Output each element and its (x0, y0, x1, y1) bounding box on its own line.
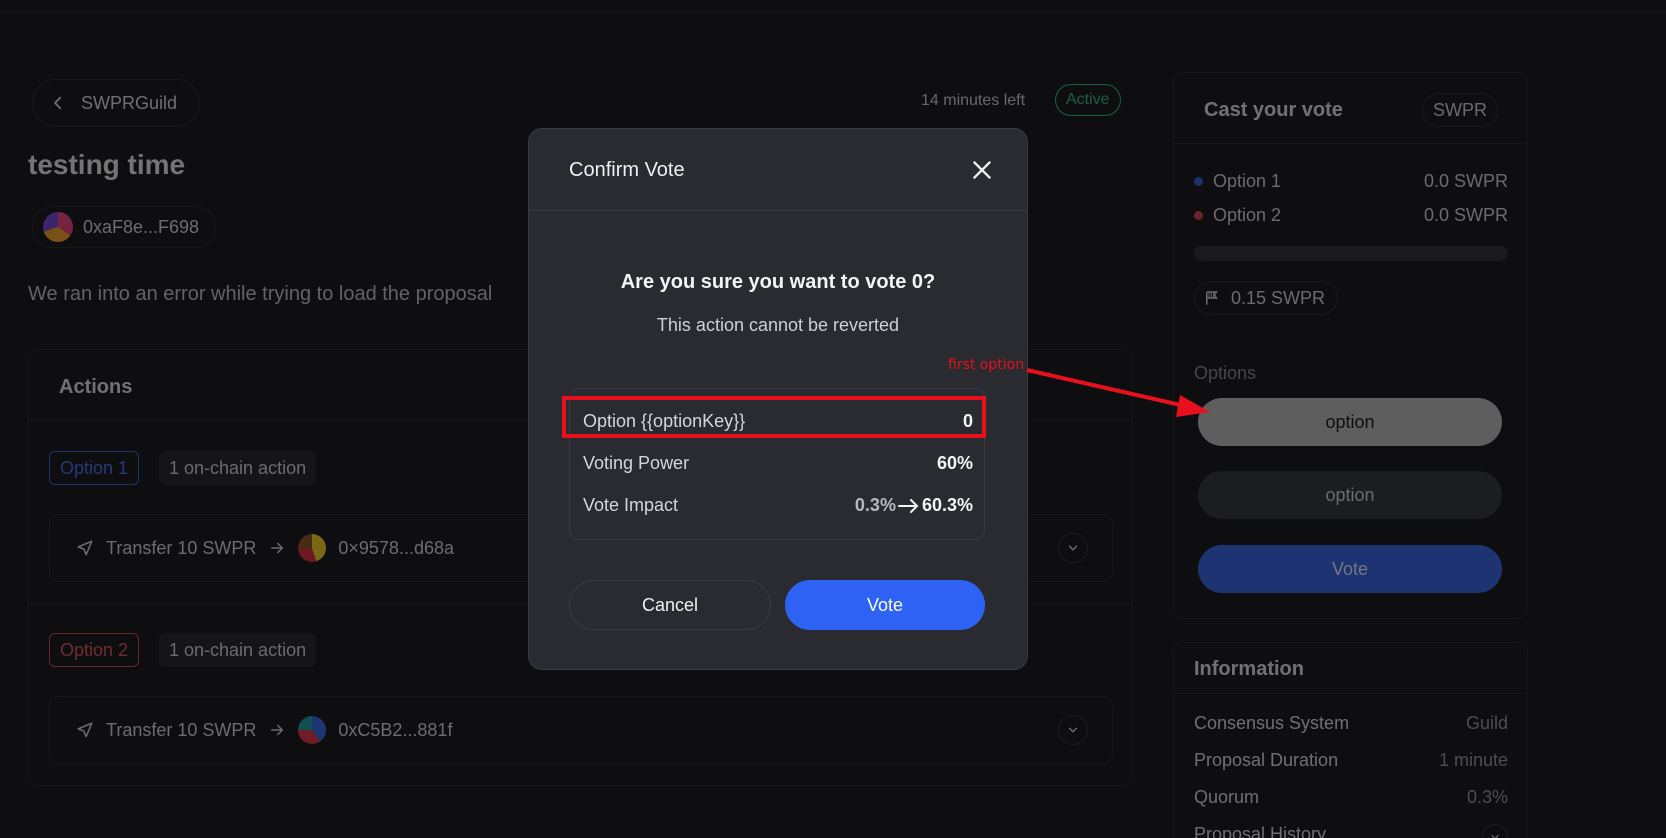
close-icon[interactable] (969, 157, 995, 183)
cancel-button[interactable]: Cancel (569, 580, 771, 630)
summary-value: 60% (936, 453, 973, 473)
confirm-question: Are you sure you want to vote 0? (620, 271, 936, 293)
summary-value: 0.3% 60.3% (855, 495, 973, 516)
modal-header: Confirm Vote (529, 129, 1027, 211)
modal-title: Confirm Vote (569, 159, 685, 181)
confirm-subtitle: This action cannot be reverted (656, 315, 900, 335)
summary-key: Voting Power (583, 453, 690, 473)
annotation-highlight-box (562, 396, 986, 438)
confirm-vote-button[interactable]: Vote (785, 580, 985, 630)
summary-row-power: Voting Power 60% (583, 453, 973, 474)
impact-after: 60.3% (921, 495, 973, 515)
impact-before: 0.3% (854, 495, 896, 515)
summary-key: Vote Impact (583, 495, 679, 515)
annotation-label: first option (948, 357, 1025, 373)
arrow-right-icon (897, 499, 919, 514)
summary-row-impact: Vote Impact 0.3% 60.3% (583, 495, 973, 516)
